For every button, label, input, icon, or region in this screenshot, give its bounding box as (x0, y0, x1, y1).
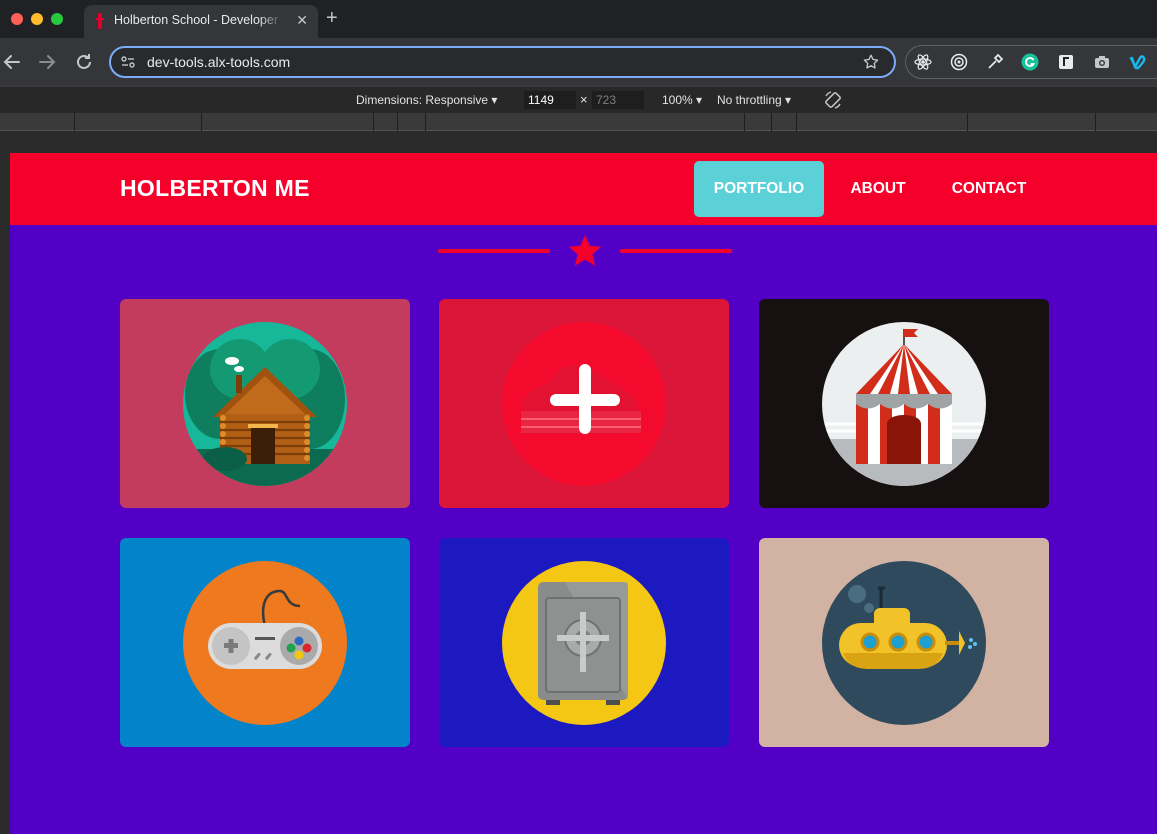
submarine-icon (822, 561, 986, 725)
zoom-label: 100% (662, 93, 693, 107)
color-picker-icon[interactable] (986, 53, 1004, 71)
tab-close-icon[interactable]: ✕ (296, 12, 308, 28)
throttling-label: No throttling (717, 93, 782, 107)
minimize-window-button[interactable] (31, 13, 43, 25)
cabin-icon (183, 322, 347, 486)
portfolio-item-circus[interactable] (759, 299, 1049, 508)
portfolio-item-submarine[interactable] (759, 538, 1049, 747)
zoom-dropdown[interactable]: 100% ▾ (662, 93, 702, 107)
holberton-favicon-icon (96, 13, 104, 29)
browser-tab[interactable]: Holberton School - Developer Tools ✕ (84, 5, 318, 38)
reload-icon (77, 54, 91, 69)
throttling-dropdown[interactable]: No throttling ▾ (717, 93, 791, 107)
nav-contact[interactable]: CONTACT (935, 161, 1043, 217)
notion-clipper-icon[interactable] (1057, 53, 1075, 71)
star-icon (568, 235, 602, 266)
url-text: dev-tools.alx-tools.com (147, 54, 291, 70)
dimension-separator: × (580, 92, 588, 107)
arrow-left-icon (3, 55, 20, 69)
grammarly-icon[interactable] (1021, 53, 1039, 71)
safe-icon (502, 561, 666, 725)
portfolio-item-gamepad[interactable] (120, 538, 410, 747)
tab-strip: Holberton School - Developer Tools ✕ + (0, 0, 1157, 38)
close-window-button[interactable] (11, 13, 23, 25)
rotate-icon[interactable] (823, 90, 843, 110)
portfolio-item-cabin[interactable] (120, 299, 410, 508)
address-bar[interactable]: dev-tools.alx-tools.com (109, 46, 896, 78)
dimensions-label: Dimensions: Responsive (356, 93, 489, 107)
cake-plus-icon (502, 322, 666, 486)
target-icon[interactable] (950, 53, 968, 71)
site-logo[interactable]: HOLBERTON ME (120, 175, 310, 202)
reload-button[interactable] (72, 50, 96, 74)
browser-toolbar: dev-tools.alx-tools.com (0, 38, 1157, 86)
nav-about[interactable]: ABOUT (834, 161, 922, 217)
viewport-width-input[interactable]: 1149 (524, 91, 576, 109)
tab-title: Holberton School - Developer Tools (114, 13, 284, 27)
site-settings-icon[interactable] (121, 55, 135, 69)
vimeo-icon[interactable] (1129, 53, 1147, 71)
star-divider (438, 235, 732, 266)
media-query-ruler (0, 113, 1157, 131)
site-header: HOLBERTON ME PORTFOLIO ABOUT CONTACT (10, 153, 1157, 225)
portfolio-item-cake[interactable] (439, 299, 729, 508)
maximize-window-button[interactable] (51, 13, 63, 25)
forward-button[interactable] (35, 50, 59, 74)
dimensions-dropdown[interactable]: Dimensions: Responsive ▾ (356, 93, 497, 107)
circus-tent-icon (822, 322, 986, 486)
new-tab-button[interactable]: + (326, 8, 338, 28)
viewport-height-input[interactable]: 723 (592, 91, 644, 109)
bookmark-star-icon[interactable] (862, 53, 880, 71)
camera-icon[interactable] (1093, 53, 1111, 71)
gamepad-icon (183, 561, 347, 725)
arrow-right-icon (39, 55, 56, 69)
portfolio-item-safe[interactable] (439, 538, 729, 747)
extensions-area (905, 45, 1157, 79)
react-devtools-icon[interactable] (914, 53, 932, 71)
back-button[interactable] (0, 50, 24, 74)
device-toolbar: Dimensions: Responsive ▾ 1149 × 723 100%… (0, 86, 1157, 113)
website-page: HOLBERTON ME PORTFOLIO ABOUT CONTACT (10, 153, 1157, 834)
nav-portfolio[interactable]: PORTFOLIO (694, 161, 824, 217)
